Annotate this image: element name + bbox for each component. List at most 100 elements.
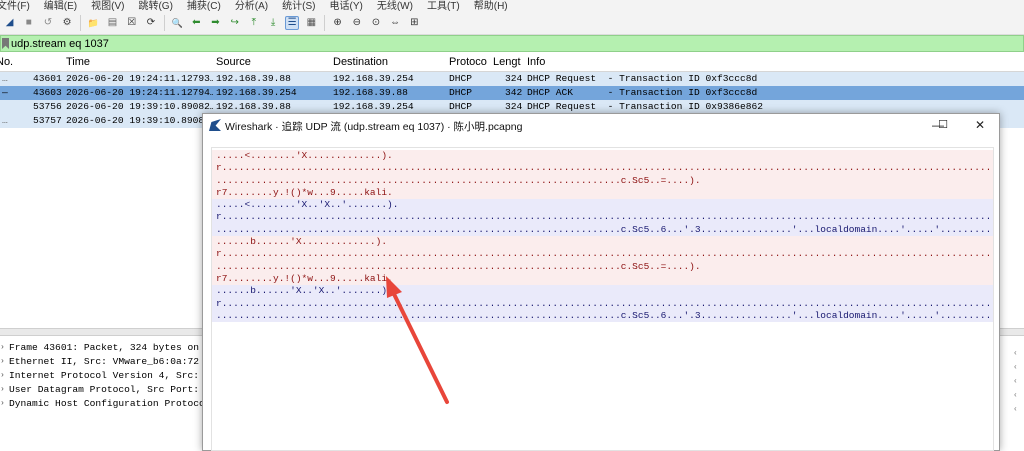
- wireshark-window: { "menu": ["文件(F)", "编辑(E)", "视图(V)", "跳…: [0, 0, 1024, 451]
- first-packet-icon[interactable]: ⤒: [247, 16, 261, 30]
- stream-line-client: r7........y.!()*w...9.....kali.: [212, 186, 993, 200]
- forward-icon[interactable]: ➡: [208, 16, 222, 30]
- colorize-icon[interactable]: ▦: [304, 16, 318, 30]
- packet-destination: 192.168.39.254: [333, 73, 414, 84]
- packet-row[interactable]: … 43601 2026-06-20 19:24:11.12793… 192.1…: [0, 72, 1024, 86]
- wireshark-fin-icon: [209, 119, 221, 131]
- expand-arrow-icon[interactable]: ‹: [1014, 362, 1022, 371]
- packet-protocol: DHCP: [449, 87, 473, 98]
- maximize-button[interactable]: ☐: [931, 116, 955, 134]
- packet-no: 43603: [33, 87, 62, 98]
- packet-length: 324: [505, 73, 523, 84]
- packet-row-selected[interactable]: — 43603 2026-06-20 19:24:11.12794… 192.1…: [0, 86, 1024, 100]
- goto-packet-icon[interactable]: ↪: [228, 16, 242, 30]
- column-protocol[interactable]: Protoco: [449, 56, 487, 68]
- display-filter-bar[interactable]: udp.stream eq 1037: [0, 35, 1024, 52]
- packet-row[interactable]: 53756 2026-06-20 19:39:10.89082… 192.168…: [0, 100, 1024, 114]
- menu-wireless[interactable]: 无线(W): [377, 0, 413, 11]
- detail-text: Internet Protocol Version 4, Src: 1: [9, 370, 211, 381]
- expand-arrow-icon[interactable]: ‹: [1014, 390, 1022, 399]
- zoom-normal-icon[interactable]: ⊙: [369, 16, 383, 30]
- stream-line-client: r.......................................…: [212, 248, 993, 261]
- stream-line-client: .....<........'X.............).: [212, 150, 993, 163]
- menu-tools[interactable]: 工具(T): [427, 0, 460, 11]
- detail-text: Ethernet II, Src: VMware_b6:0a:72 (: [9, 356, 211, 367]
- packet-no: 43601: [33, 73, 62, 84]
- find-icon[interactable]: 🔍: [170, 16, 184, 30]
- resize-columns-icon[interactable]: ⇔: [388, 16, 402, 30]
- packet-list-header: No. Time Source Destination Protoco Leng…: [0, 52, 1024, 72]
- expand-arrow-icon[interactable]: ›: [0, 341, 6, 355]
- last-packet-icon[interactable]: ⤓: [266, 16, 280, 30]
- layout-icon[interactable]: ⊞: [407, 16, 421, 30]
- expand-arrow-icon[interactable]: ‹: [1014, 348, 1022, 357]
- column-length[interactable]: Lengt: [493, 56, 521, 68]
- packet-length: 342: [505, 87, 523, 98]
- column-destination[interactable]: Destination: [333, 56, 388, 68]
- zoom-in-icon[interactable]: ⊕: [331, 16, 345, 30]
- follow-stream-dialog: Wireshark · 追踪 UDP 流 (udp.stream eq 1037…: [202, 113, 1000, 451]
- toolbar-separator: [163, 14, 165, 31]
- packet-no: 53757: [33, 115, 62, 126]
- options-gear-icon[interactable]: ⚙: [60, 16, 74, 30]
- display-filter-input[interactable]: udp.stream eq 1037: [11, 38, 109, 50]
- menu-edit[interactable]: 编辑(E): [44, 0, 77, 11]
- stream-line-client: r7........y.!()*w...9.....kali.: [212, 272, 993, 286]
- packet-time: 2026-06-20 19:24:11.12794…: [66, 87, 213, 98]
- expand-arrow-icon[interactable]: ›: [0, 383, 6, 397]
- back-icon[interactable]: ⬅: [189, 16, 203, 30]
- close-button[interactable]: ✕: [968, 116, 992, 134]
- column-time[interactable]: Time: [66, 56, 90, 68]
- stream-content[interactable]: .....<........'X.............). r.......…: [211, 147, 994, 451]
- zoom-out-icon[interactable]: ⊖: [350, 16, 364, 30]
- packet-protocol: DHCP: [449, 101, 473, 112]
- menu-help[interactable]: 帮助(H): [474, 0, 508, 11]
- detail-text: User Datagram Protocol, Src Port: 6: [9, 384, 211, 395]
- bookmark-icon[interactable]: [2, 38, 9, 49]
- row-indicator: …: [2, 115, 8, 126]
- restart-icon[interactable]: ↺: [41, 16, 55, 30]
- menu-file[interactable]: 文件(F): [0, 0, 30, 11]
- stream-line-server: ........................................…: [212, 309, 993, 323]
- close-file-icon[interactable]: ☒: [125, 16, 139, 30]
- stream-line-server: .....<........'X..'X..'.......).: [212, 199, 993, 212]
- menu-view[interactable]: 视图(V): [91, 0, 124, 11]
- stream-line-server: r.......................................…: [212, 297, 993, 310]
- stream-line-server: r.......................................…: [212, 211, 993, 224]
- expand-arrow-icon[interactable]: ›: [0, 397, 6, 411]
- menu-go[interactable]: 跳转(G): [138, 0, 172, 11]
- open-folder-icon[interactable]: 📁: [86, 16, 100, 30]
- packet-source: 192.168.39.88: [216, 101, 291, 112]
- packet-time: 2026-06-20 19:24:11.12793…: [66, 73, 213, 84]
- expand-arrow-icon[interactable]: ›: [0, 355, 6, 369]
- expand-arrow-icon[interactable]: ›: [0, 369, 6, 383]
- menu-statistics[interactable]: 统计(S): [282, 0, 315, 11]
- menu-analyze[interactable]: 分析(A): [235, 0, 268, 11]
- packet-info: DHCP ACK - Transaction ID 0xf3ccc8d: [527, 87, 758, 98]
- autoscroll-icon[interactable]: ☰: [285, 15, 300, 30]
- packet-length: 324: [505, 101, 523, 112]
- packet-no: 53756: [33, 101, 62, 112]
- stream-line-client: ........................................…: [212, 174, 993, 187]
- column-info[interactable]: Info: [527, 56, 545, 68]
- menu-bar: 文件(F) 编辑(E) 视图(V) 跳转(G) 捕获(C) 分析(A) 统计(S) 电话(Y)…: [0, 0, 1024, 11]
- column-source[interactable]: Source: [216, 56, 251, 68]
- reload-icon[interactable]: ⟳: [144, 16, 158, 30]
- menu-capture[interactable]: 捕获(C): [187, 0, 221, 11]
- expand-arrow-icon[interactable]: ‹: [1014, 404, 1022, 413]
- packet-protocol: DHCP: [449, 73, 473, 84]
- stop-icon[interactable]: ■: [22, 16, 36, 30]
- toolbar-separator: [79, 14, 81, 31]
- packet-info: DHCP Request - Transaction ID 0xf3ccc8d: [527, 73, 758, 84]
- dialog-titlebar[interactable]: Wireshark · 追踪 UDP 流 (udp.stream eq 1037…: [203, 114, 999, 136]
- row-indicator: —: [2, 87, 8, 98]
- file-icon[interactable]: ▤: [106, 16, 120, 30]
- dialog-title: Wireshark · 追踪 UDP 流 (udp.stream eq 1037…: [225, 121, 523, 133]
- expand-arrow-icon[interactable]: ‹: [1014, 376, 1022, 385]
- row-indicator: …: [2, 73, 8, 84]
- stream-line-server: ......b......'X..'X..'.......).: [212, 285, 993, 298]
- column-no[interactable]: No.: [0, 56, 13, 68]
- menu-telephony[interactable]: 电话(Y): [330, 0, 363, 11]
- shark-start-icon[interactable]: ◢: [3, 16, 17, 30]
- packet-time: 2026-06-20 19:39:10.89083…: [66, 115, 206, 126]
